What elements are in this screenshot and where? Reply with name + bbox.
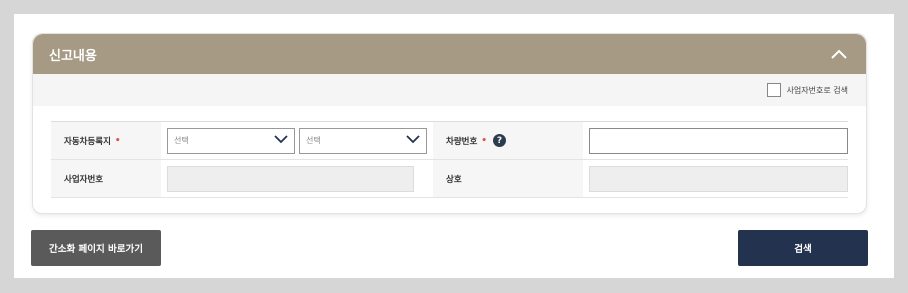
chevron-down-icon	[406, 135, 420, 146]
form-row: 사업자번호 상호	[51, 160, 848, 198]
simple-page-link-button[interactable]: 간소화 페이지 바로가기	[31, 230, 161, 266]
company-name-label: 상호	[433, 160, 583, 197]
region-select-primary[interactable]: 선택	[167, 127, 295, 154]
vehicle-number-label-text: 차량번호	[446, 136, 478, 147]
form-row: 자동차등록지 • 선택 선택 차량번호 • ?	[51, 122, 848, 160]
vehicle-number-label: 차량번호 • ?	[433, 122, 583, 159]
panel-header: 신고내용	[33, 34, 866, 74]
panel-title: 신고내용	[49, 48, 97, 64]
company-name-label-text: 상호	[446, 174, 462, 185]
required-mark: •	[481, 135, 488, 146]
business-number-input	[167, 165, 414, 192]
company-name-input	[589, 165, 848, 192]
region-select-secondary[interactable]: 선택	[299, 127, 427, 154]
business-number-field	[161, 160, 433, 197]
vehicle-number-field	[583, 122, 848, 159]
chevron-down-icon	[274, 135, 288, 146]
report-form-table: 자동차등록지 • 선택 선택 차량번호 • ? 사업자번호 상호	[51, 121, 848, 198]
help-icon[interactable]: ?	[493, 134, 507, 147]
region-select-secondary-value: 선택	[306, 136, 321, 145]
company-name-field	[583, 160, 848, 197]
business-number-search-label: 사업자번호로 검색	[786, 85, 848, 95]
vehicle-registration-label-text: 자동차등록지	[64, 136, 111, 147]
report-content-panel: 신고내용 사업자번호로 검색 자동차등록지 • 선택 선택 차량번호 • ? 사…	[32, 33, 867, 214]
search-button[interactable]: 검색	[738, 230, 868, 266]
required-mark: •	[114, 135, 121, 146]
business-number-search-checkbox[interactable]	[766, 83, 781, 97]
region-select-primary-value: 선택	[174, 136, 189, 145]
vehicle-number-input[interactable]	[589, 127, 848, 154]
business-number-label: 사업자번호	[51, 160, 161, 197]
business-number-label-text: 사업자번호	[64, 174, 104, 185]
search-option-bar: 사업자번호로 검색	[33, 74, 866, 106]
chevron-up-icon[interactable]	[828, 43, 850, 65]
vehicle-registration-field: 선택 선택	[161, 122, 433, 159]
vehicle-registration-label: 자동차등록지 •	[51, 122, 161, 159]
